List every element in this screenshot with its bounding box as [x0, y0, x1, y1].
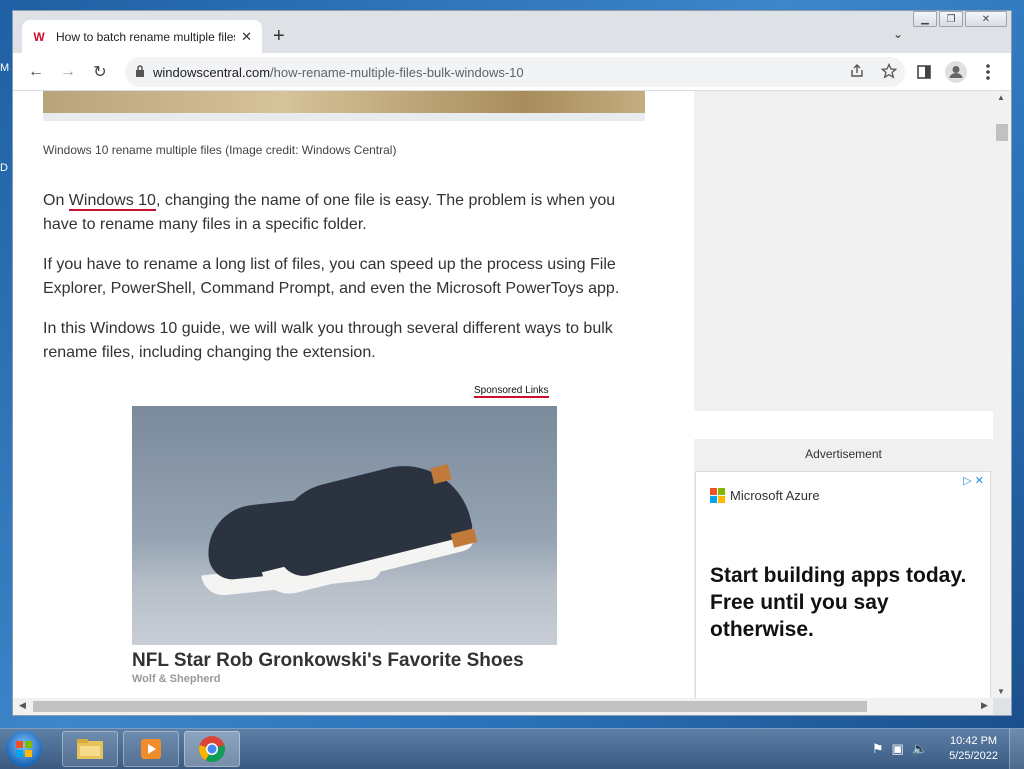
ad-headline-link[interactable]: NFL Star Rob Gronkowski's Favorite Shoes: [132, 650, 524, 672]
scroll-up-arrow-icon[interactable]: ▲: [997, 93, 1005, 102]
forward-button[interactable]: →: [57, 61, 79, 83]
ad-brand-label: Wolf & Shepherd: [132, 673, 221, 685]
desktop-icon-label[interactable]: D: [0, 162, 8, 174]
lock-icon[interactable]: [135, 64, 145, 80]
scroll-left-arrow-icon[interactable]: ◀: [19, 700, 26, 711]
paragraph-text: On: [43, 192, 69, 209]
browser-toolbar: ← → ↻ windowscentral.com/how-rename-mult…: [13, 53, 1011, 91]
vertical-scrollbar[interactable]: ▲ ▼: [993, 91, 1011, 698]
tab-close-icon[interactable]: ✕: [241, 29, 252, 45]
action-center-flag-icon[interactable]: ⚑: [872, 741, 884, 757]
tab-search-icon[interactable]: ⌄: [893, 27, 903, 41]
azure-ad[interactable]: ▷ ✕ Microsoft Azure Start building apps …: [695, 471, 991, 698]
taskbar: ⚑ ▣ 🔈 10:42 PM 5/25/2022: [0, 728, 1024, 769]
page-content: Windows 10 rename multiple files (Image …: [13, 91, 993, 698]
rail-spacer: [694, 411, 993, 439]
tab-strip: W How to batch rename multiple files in …: [13, 11, 1011, 53]
article-column: Windows 10 rename multiple files (Image …: [13, 91, 693, 698]
system-tray: ⚑ ▣ 🔈: [872, 741, 928, 757]
bookmark-star-icon[interactable]: [880, 62, 898, 82]
advertisement-label: Advertisement: [805, 447, 882, 461]
browser-window: ▁ ❐ ✕ W How to batch rename multiple fil…: [12, 10, 1012, 716]
vertical-scroll-thumb[interactable]: [996, 124, 1008, 141]
article-paragraph: If you have to rename a long list of fil…: [43, 256, 620, 297]
microsoft-logo-icon: [710, 488, 725, 503]
show-desktop-button[interactable]: [1009, 729, 1024, 769]
scroll-down-arrow-icon[interactable]: ▼: [997, 687, 1005, 696]
tab-active[interactable]: W How to batch rename multiple files in …: [22, 20, 262, 53]
ad-cta-text[interactable]: Start building apps today. Free until yo…: [710, 562, 980, 643]
scroll-right-arrow-icon[interactable]: ▶: [981, 700, 988, 711]
right-rail: Advertisement ▷ ✕ Microsoft Azure Start …: [694, 91, 993, 698]
image-caption: Windows 10 rename multiple files (Image …: [43, 143, 397, 157]
file-explorer-taskbar-button[interactable]: [62, 731, 118, 767]
horizontal-scroll-thumb[interactable]: [33, 701, 867, 712]
volume-icon[interactable]: 🔈: [912, 741, 928, 757]
azure-brand-label: Microsoft Azure: [730, 488, 820, 503]
sponsored-ad-image[interactable]: [132, 406, 557, 645]
url-host: windowscentral.com: [153, 64, 271, 80]
hero-image-taskbar: [43, 113, 645, 121]
clock[interactable]: 10:42 PM 5/25/2022: [949, 734, 998, 764]
site-favicon-icon: W: [33, 29, 45, 44]
adchoices-icon[interactable]: ▷ ✕: [963, 474, 984, 487]
article-paragraph: On Windows 10, changing the name of one …: [43, 189, 653, 237]
start-button[interactable]: [6, 731, 42, 767]
windows-10-link[interactable]: Windows 10: [68, 192, 156, 211]
sponsored-links-label[interactable]: Sponsored Links: [474, 385, 549, 398]
profile-avatar-icon[interactable]: [945, 61, 967, 83]
back-button[interactable]: ←: [25, 61, 47, 83]
new-tab-button[interactable]: +: [273, 25, 285, 48]
address-bar[interactable]: windowscentral.com/how-rename-multiple-f…: [125, 57, 905, 87]
article-paragraph: In this Windows 10 guide, we will walk y…: [43, 320, 613, 361]
chrome-taskbar-button[interactable]: [184, 731, 240, 767]
menu-kebab-icon[interactable]: [977, 61, 999, 83]
clock-time: 10:42 PM: [949, 735, 998, 747]
url-path: /how-rename-multiple-files-bulk-windows-…: [270, 64, 524, 80]
media-player-taskbar-button[interactable]: [123, 731, 179, 767]
share-icon[interactable]: [849, 63, 865, 82]
network-icon[interactable]: ▣: [892, 741, 904, 757]
side-panel-icon[interactable]: [913, 61, 935, 83]
horizontal-scrollbar[interactable]: ◀ ▶: [13, 698, 993, 715]
desktop-icon-label[interactable]: M: [0, 62, 9, 74]
reload-button[interactable]: ↻: [89, 61, 111, 83]
clock-date: 5/25/2022: [949, 750, 998, 762]
tab-title: How to batch rename multiple files in Wi…: [56, 29, 235, 44]
